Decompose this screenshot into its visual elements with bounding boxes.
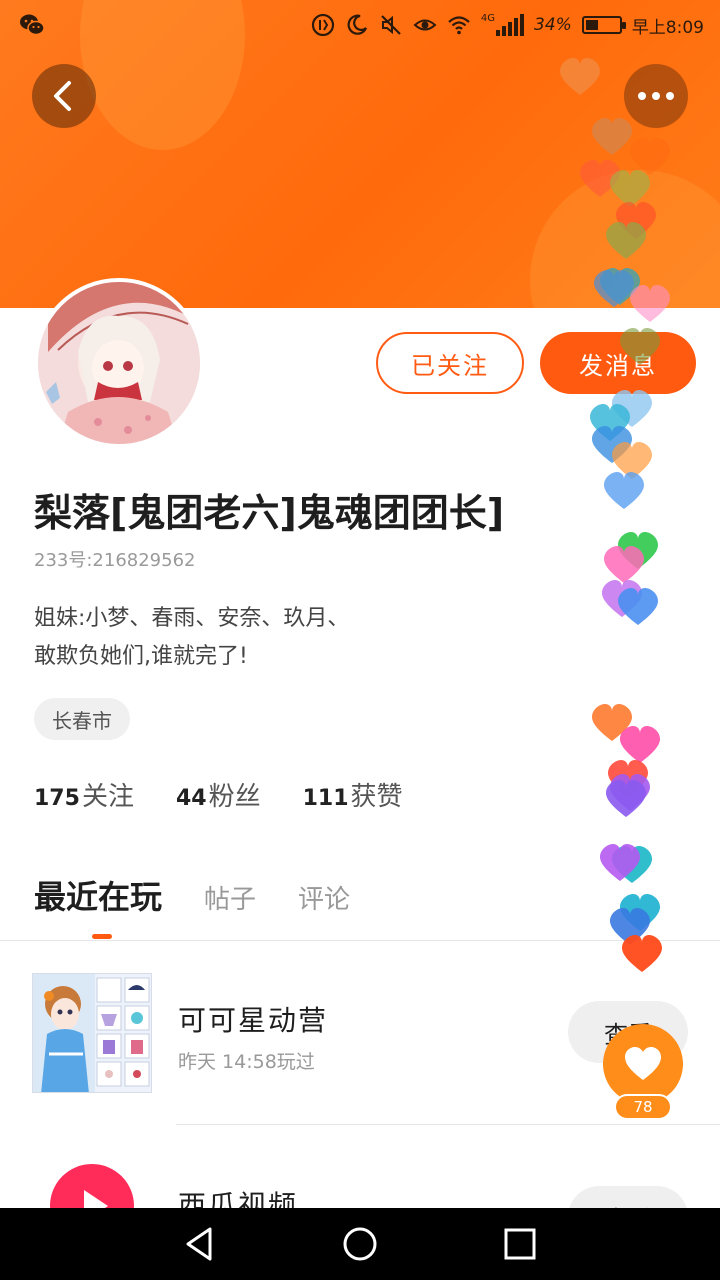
recents-square-icon[interactable] [500, 1224, 540, 1264]
user-id: 233号:216829562 [34, 550, 196, 571]
following-count: 175 [34, 786, 80, 811]
username: 梨落[鬼团老六]鬼魂团团长] [34, 491, 505, 535]
divider [176, 1124, 720, 1125]
eye-care-icon [413, 19, 437, 31]
fans-label: 粉丝 [208, 782, 261, 812]
floating-heart-icon [610, 774, 650, 811]
like-count-badge: 78 [614, 1094, 672, 1120]
floating-heart-icon [590, 404, 630, 441]
floating-heart-icon [612, 846, 652, 883]
tab-posts[interactable]: 帖子 [204, 879, 256, 916]
followed-button[interactable]: 已关注 [376, 332, 524, 394]
floating-heart-icon [592, 426, 632, 463]
floating-heart-icon [602, 580, 642, 617]
likes-count: 111 [302, 786, 349, 811]
more-options-button[interactable] [624, 64, 688, 128]
signal-icon: 4G [480, 13, 525, 36]
fans-count: 44 [175, 786, 207, 811]
floating-heart-icon [600, 844, 640, 881]
wifi-icon [448, 16, 470, 35]
back-button[interactable] [32, 64, 96, 128]
bio: 姐妹:小梦、春雨、安奈、玖月、 敢欺负她们,谁就完了! [34, 600, 349, 676]
floating-heart-icon [604, 472, 644, 509]
profile-header-banner: 4G 34% 早上8:09 [0, 0, 720, 308]
floating-heart-icon [592, 704, 632, 741]
wechat-icon [20, 14, 45, 36]
fans-stat[interactable]: 44粉丝 [176, 776, 261, 813]
floating-heart-icon [612, 442, 652, 479]
floating-heart-icon [620, 894, 660, 931]
game-thumbnail [32, 973, 152, 1093]
tab-comments[interactable]: 评论 [298, 879, 350, 916]
likes-stat[interactable]: 111获赞 [303, 776, 403, 813]
floating-heart-icon [608, 760, 648, 797]
floating-heart-icon [618, 588, 658, 625]
likes-label: 获赞 [350, 782, 403, 812]
more-dots-icon [638, 92, 674, 100]
following-label: 关注 [81, 782, 134, 812]
profile-tabs: 最近在玩 帖子 评论 [34, 872, 350, 918]
floating-heart-icon [606, 780, 646, 817]
location-tag[interactable]: 长春市 [34, 698, 130, 740]
send-message-button[interactable]: 发消息 [540, 332, 696, 394]
tab-recently-played[interactable]: 最近在玩 [34, 872, 162, 918]
following-stat[interactable]: 175关注 [34, 776, 134, 813]
heart-icon [625, 1047, 661, 1080]
battery-percent: 34% [534, 15, 572, 35]
moon-icon [347, 14, 367, 35]
active-tab-indicator [92, 934, 112, 939]
floating-heart-icon [612, 390, 652, 427]
header-decoration [530, 170, 720, 308]
like-button[interactable] [603, 1024, 683, 1104]
profile-stats: 175关注 44粉丝 111获赞 [34, 776, 403, 813]
avatar-illustration [38, 282, 200, 444]
floating-heart-icon [618, 532, 658, 569]
home-circle-icon[interactable] [340, 1224, 380, 1264]
clock: 早上8:09 [631, 17, 704, 38]
avatar[interactable] [34, 278, 204, 448]
chevron-left-icon [54, 81, 71, 111]
bio-line: 姐妹:小梦、春雨、安奈、玖月、 [34, 606, 350, 631]
mute-icon [381, 15, 401, 35]
status-bar: 4G 34% 早上8:09 [0, 0, 720, 52]
back-triangle-icon[interactable] [180, 1224, 220, 1264]
list-item[interactable]: 可可星动营 昨天 14:58玩过 查看 [0, 941, 720, 1125]
network-type: 4G [480, 13, 496, 24]
game-title: 可可星动营 [178, 1004, 329, 1037]
system-navigation-bar [0, 1208, 720, 1280]
last-played-time: 昨天 14:58玩过 [178, 1051, 315, 1073]
floating-heart-icon [604, 546, 644, 583]
data-saver-icon [311, 13, 334, 37]
floating-heart-icon [620, 726, 660, 763]
bio-line: 敢欺负她们,谁就完了! [34, 644, 248, 669]
battery-icon [581, 16, 626, 34]
